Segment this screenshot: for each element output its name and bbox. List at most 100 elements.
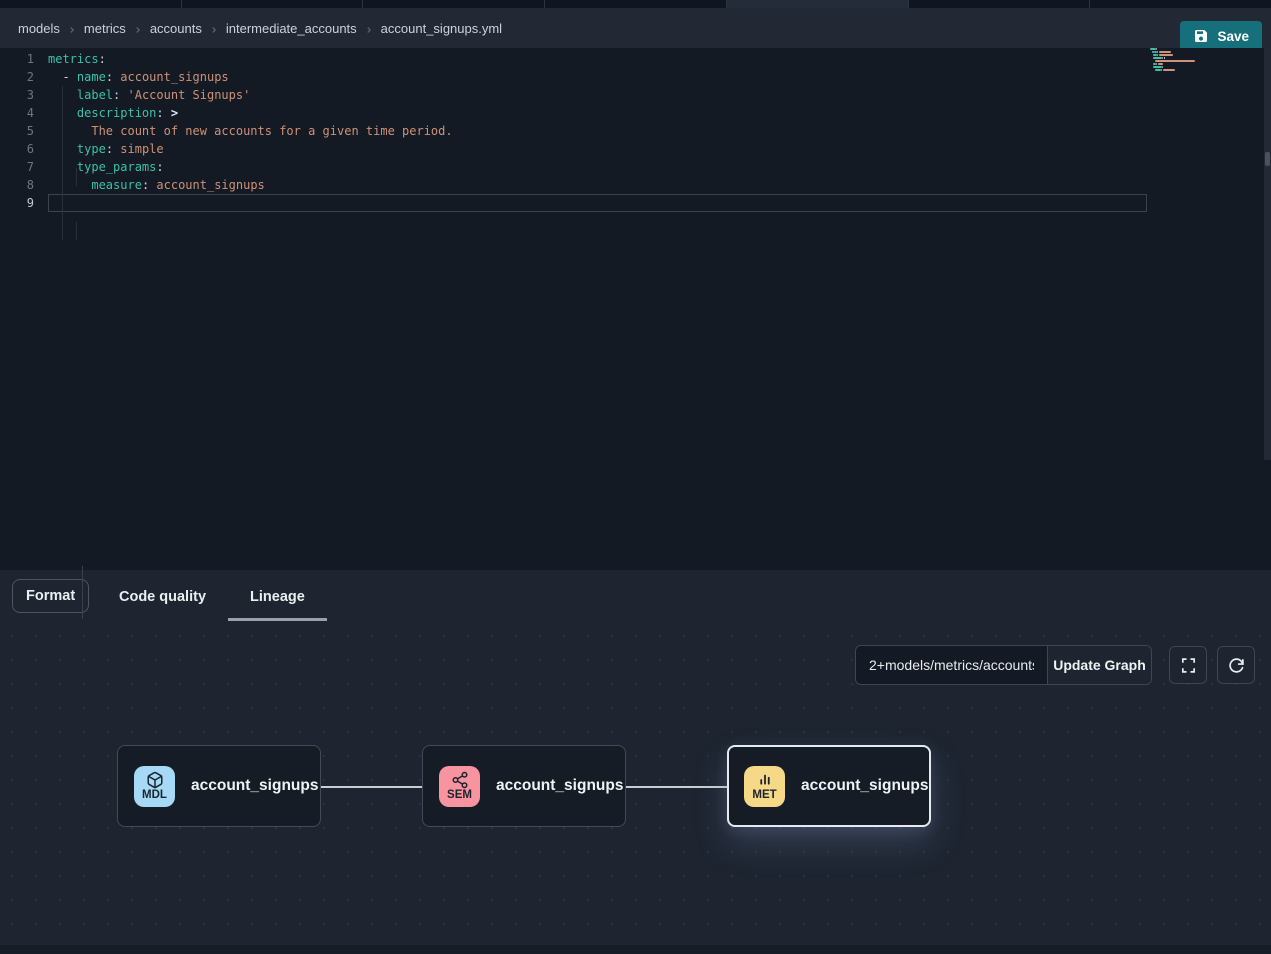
refresh-button[interactable] — [1217, 646, 1255, 684]
minimap-line — [1150, 57, 1165, 59]
code-token: 'Account Signups' — [128, 88, 251, 102]
code-token: : — [156, 160, 163, 174]
file-tab-active[interactable] — [727, 0, 909, 8]
indent-guide — [62, 86, 63, 240]
minimap-line — [1150, 48, 1157, 50]
tabbar-divider — [82, 566, 83, 619]
code-token: simple — [120, 142, 163, 156]
breadcrumb-item[interactable]: metrics — [84, 21, 126, 36]
breadcrumb-chevron-icon — [364, 23, 374, 33]
panel-tab-lineage[interactable]: Lineage — [228, 570, 327, 624]
code-line[interactable] — [48, 194, 1147, 212]
breadcrumb-item[interactable]: accounts — [150, 21, 202, 36]
breadcrumb-bar: models metrics accounts intermediate_accoun… — [0, 8, 1271, 48]
code-token: : — [106, 70, 113, 84]
minimap-line — [1150, 60, 1195, 62]
code-line[interactable]: - name: account_signups — [48, 68, 1147, 86]
panel-footer-strip — [0, 945, 1271, 954]
node-label: account_signups — [496, 777, 623, 795]
line-number-gutter: 123456789 — [0, 50, 34, 212]
minimap[interactable] — [1147, 48, 1262, 570]
node-badge-sem: SEM — [439, 766, 480, 807]
breadcrumb-chevron-icon — [209, 23, 219, 33]
code-token: description — [77, 106, 156, 120]
node-label: account_signups — [801, 777, 928, 795]
code-line[interactable]: label: 'Account Signups' — [48, 86, 1147, 104]
code-line[interactable]: description: > — [48, 104, 1147, 122]
line-number: 8 — [0, 176, 34, 194]
code-token: name — [77, 70, 106, 84]
cube-icon — [146, 771, 164, 789]
editor-scrollbar-thumb[interactable] — [1265, 152, 1270, 166]
lineage-node-sem[interactable]: SEM account_signups — [422, 745, 626, 827]
code-token: account_signups — [120, 70, 228, 84]
line-number: 4 — [0, 104, 34, 122]
breadcrumb-item[interactable]: models — [18, 21, 60, 36]
lineage-edge — [625, 786, 727, 788]
lineage-canvas[interactable]: Update Graph — [0, 624, 1271, 945]
lineage-edge — [320, 786, 422, 788]
minimap-line — [1150, 69, 1175, 71]
line-number: 1 — [0, 50, 34, 68]
fullscreen-icon — [1180, 657, 1197, 674]
code-editor[interactable]: 123456789 metrics: - name: account_signu… — [0, 48, 1271, 570]
breadcrumb-chevron-icon — [67, 23, 77, 33]
breadcrumb-item[interactable]: intermediate_accounts — [226, 21, 357, 36]
code-line[interactable]: metrics: — [48, 50, 1147, 68]
code-token: The count of new accounts for a given ti… — [91, 124, 452, 138]
file-tab-strip — [0, 0, 1271, 8]
minimap-line — [1150, 63, 1163, 65]
line-number: 2 — [0, 68, 34, 86]
code-content: metrics: - name: account_signups label: … — [48, 50, 1147, 212]
editor-scrollbar[interactable] — [1264, 48, 1271, 460]
node-badge-met: MET — [744, 766, 785, 807]
code-token — [48, 70, 62, 84]
lineage-filter-input[interactable] — [856, 646, 1047, 684]
code-token — [48, 178, 91, 192]
node-label: account_signups — [191, 777, 318, 795]
breadcrumb: models metrics accounts intermediate_accoun… — [0, 21, 502, 36]
line-number: 7 — [0, 158, 34, 176]
format-button[interactable]: Format — [12, 579, 89, 613]
panel-tab-code-quality[interactable]: Code quality — [97, 570, 228, 624]
file-tab[interactable] — [909, 0, 1091, 8]
file-tab[interactable] — [545, 0, 727, 8]
lineage-node-met[interactable]: MET account_signups — [727, 745, 931, 827]
code-token: : — [106, 142, 113, 156]
refresh-icon — [1228, 657, 1245, 674]
code-token: type — [77, 142, 106, 156]
code-token: - — [62, 70, 76, 84]
file-tab[interactable] — [363, 0, 545, 8]
code-token — [48, 124, 91, 138]
line-number: 3 — [0, 86, 34, 104]
node-badge-label: SEM — [447, 789, 472, 801]
code-line[interactable]: type: simple — [48, 140, 1147, 158]
panel-tab-bar: Format Code qualityLineage — [0, 570, 1271, 624]
save-button-label: Save — [1217, 29, 1249, 44]
panel-tabs: Code qualityLineage — [97, 570, 327, 624]
line-number: 5 — [0, 122, 34, 140]
code-line[interactable]: measure: account_signups — [48, 176, 1147, 194]
file-tab[interactable] — [182, 0, 364, 8]
breadcrumb-item[interactable]: account_signups.yml — [381, 21, 502, 36]
fullscreen-button[interactable] — [1169, 646, 1207, 684]
code-token — [120, 88, 127, 102]
indent-guide — [76, 168, 77, 186]
chart-icon — [756, 771, 774, 789]
breadcrumb-chevron-icon — [133, 23, 143, 33]
code-line[interactable]: The count of new accounts for a given ti… — [48, 122, 1147, 140]
share-icon — [451, 771, 469, 789]
save-icon — [1193, 28, 1209, 44]
save-button[interactable]: Save — [1180, 21, 1262, 51]
node-badge-label: MDL — [142, 789, 167, 801]
code-token: > — [171, 106, 178, 120]
file-tab[interactable] — [0, 0, 182, 8]
code-line[interactable]: type_params: — [48, 158, 1147, 176]
update-graph-button[interactable]: Update Graph — [1047, 646, 1151, 684]
code-token: : — [156, 106, 163, 120]
code-token: measure — [91, 178, 142, 192]
lineage-node-mdl[interactable]: MDL account_signups — [117, 745, 321, 827]
file-tab[interactable] — [1090, 0, 1271, 8]
code-token: : — [99, 52, 106, 66]
minimap-line — [1150, 51, 1171, 53]
